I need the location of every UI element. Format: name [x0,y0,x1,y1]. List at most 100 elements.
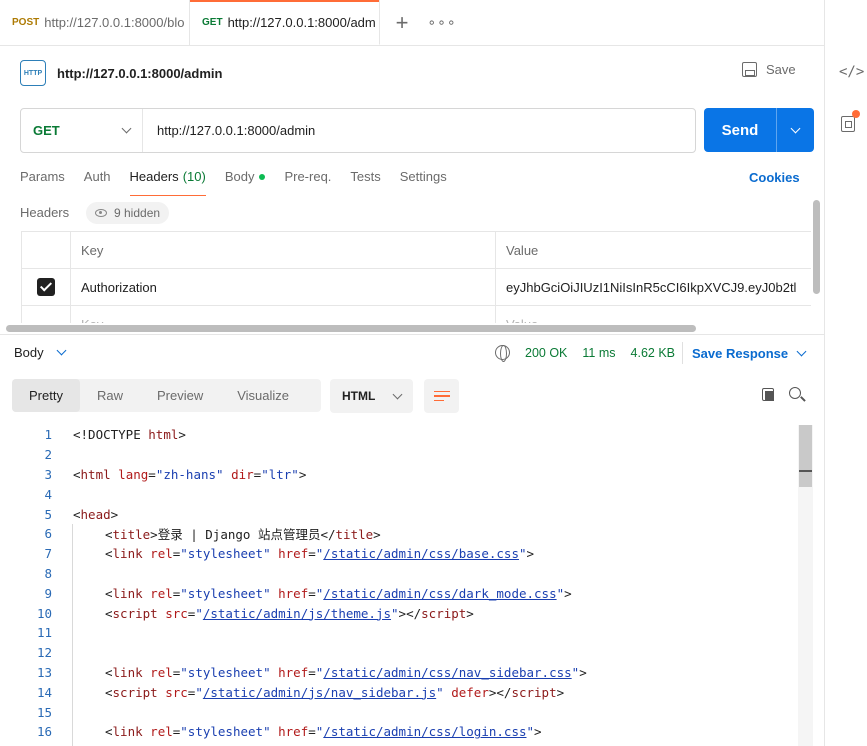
code-link[interactable]: /static/admin/js/theme.js [203,606,391,621]
documentation-icon[interactable] [841,116,855,132]
headers-table: Key Value Authorization eyJhbGciOiJIUzI1… [21,231,811,323]
code-text: <link rel="stylesheet" href="/static/adm… [52,546,798,561]
code-token: src [165,605,188,621]
globe-icon[interactable] [495,345,510,362]
wrap-lines-button[interactable] [424,379,459,413]
request-vertical-scrollbar[interactable] [813,200,820,294]
response-code-view[interactable]: 1 <!DOCTYPE html> 2 3 <html lang="zh-hans" d… [0,425,798,746]
save-response-button[interactable]: Save Response [692,346,807,361]
code-token: > [579,664,587,680]
response-time[interactable]: 11 ms [582,346,615,360]
scrollbar-thumb[interactable] [799,425,812,487]
code-snippet-icon[interactable]: </> [839,64,864,80]
tab-method: POST [12,17,40,28]
tab-prereq[interactable]: Pre-req. [284,166,331,196]
tab-headers[interactable]: Headers (10) [129,166,207,196]
line-number: 6 [44,526,52,542]
new-key-input[interactable]: Key [71,306,496,323]
header-value-cell[interactable]: eyJhbGciOiJIUzI1NiIsInR5cCI6IkpXVCJ9.eyJ… [496,269,811,305]
save-button[interactable]: Save [742,62,796,77]
line-number: 13 [36,664,52,680]
cookies-link[interactable]: Cookies [749,170,800,185]
send-label: Send [721,121,759,139]
code-line: 15 [0,702,798,722]
tab-auth[interactable]: Auth [84,166,111,196]
table-header-row: Key Value [22,232,811,269]
code-line: 2 [0,445,798,465]
code-token: rel [150,724,173,740]
code-token: link [112,546,143,562]
more-tabs-icon[interactable]: ∘∘∘ [424,0,460,45]
code-line: 16 <link rel="stylesheet" href="/static/a… [0,722,798,742]
http-icon: HTTP [20,60,46,86]
language-value: HTML [342,389,376,403]
hidden-headers-toggle[interactable]: 9 hidden [86,202,170,224]
code-link[interactable]: /static/admin/js/nav_sidebar.js [203,685,436,700]
code-token: "ltr" [261,466,299,482]
request-name[interactable]: http://127.0.0.1:8000/admin [57,66,222,81]
code-link[interactable]: /static/admin/css/login.css [323,724,526,739]
response-body-label: Body [14,345,44,360]
code-token: > [534,724,542,740]
code-text: <link rel="stylesheet" href="/static/adm… [52,724,798,739]
tab-tests[interactable]: Tests [350,166,380,196]
line-number: 16 [36,724,52,740]
send-button[interactable]: Send [704,108,814,152]
code-token: > [178,427,186,443]
code-token: href [278,546,309,562]
copy-icon[interactable] [762,388,774,401]
wrap-icon-line [433,390,450,393]
code-token: link [112,724,143,740]
add-tab-icon[interactable]: + [380,0,424,45]
language-select[interactable]: HTML [330,379,413,413]
tab-post-request[interactable]: POST http://127.0.0.1:8000/blo [0,0,190,45]
code-token: lang [118,466,149,482]
body-indicator-dot [259,174,266,180]
pane-divider[interactable] [0,334,824,335]
code-token: > [298,466,307,482]
code-token: = [148,466,156,482]
url-input[interactable] [143,123,663,138]
code-token: > [564,585,572,601]
code-text: <link rel="stylesheet" href="/static/adm… [52,586,798,601]
code-token: html [80,466,111,482]
code-link[interactable]: /static/admin/css/base.css [323,546,519,561]
header-key-cell[interactable]: Authorization [71,269,496,305]
code-line: 9 <link rel="stylesheet" href="/static/ad… [0,583,798,603]
new-value-input[interactable]: Value [496,306,811,324]
code-vertical-scrollbar[interactable] [798,425,813,746]
tab-pretty[interactable]: Pretty [12,379,80,412]
tab-settings[interactable]: Settings [400,166,447,196]
status-code[interactable]: 200 OK [525,346,567,360]
code-line: 6 <title>登录 | Django 站点管理员</title> [0,524,798,544]
tab-preview[interactable]: Preview [140,379,220,412]
code-line: 1 <!DOCTYPE html> [0,425,798,445]
code-token: <!DOCTYPE [73,427,149,443]
line-number: 12 [36,645,52,661]
tab-raw[interactable]: Raw [80,379,140,412]
send-options-button[interactable] [777,123,814,133]
code-token: script [112,684,158,700]
code-link[interactable]: /static/admin/css/nav_sidebar.css [323,665,571,680]
request-tab-bar: POST http://127.0.0.1:8000/blo GET http:… [0,0,824,46]
tab-body[interactable]: Body [225,166,266,196]
tab-title: http://127.0.0.1:8000/blo [44,15,185,30]
row-checkbox-cell [22,306,71,323]
code-token: </ [320,527,336,543]
code-token: src [165,684,188,700]
line-number: 8 [44,565,52,581]
row-checkbox[interactable] [37,278,55,296]
tab-visualize[interactable]: Visualize [220,379,306,412]
response-body-dropdown[interactable]: Body [14,345,67,360]
response-size[interactable]: 4.62 KB [631,346,675,360]
method-select[interactable]: GET [21,109,143,152]
response-status: 200 OK 11 ms 4.62 KB [525,346,690,360]
code-token: " [518,546,527,562]
code-link[interactable]: /static/admin/css/dark_mode.css [323,586,556,601]
code-token: > [150,527,158,543]
search-icon[interactable] [789,387,801,399]
request-horizontal-scrollbar[interactable] [6,325,696,332]
tab-params[interactable]: Params [20,166,65,196]
code-token: " [556,585,565,601]
tab-get-request[interactable]: GET http://127.0.0.1:8000/adm [190,0,380,45]
